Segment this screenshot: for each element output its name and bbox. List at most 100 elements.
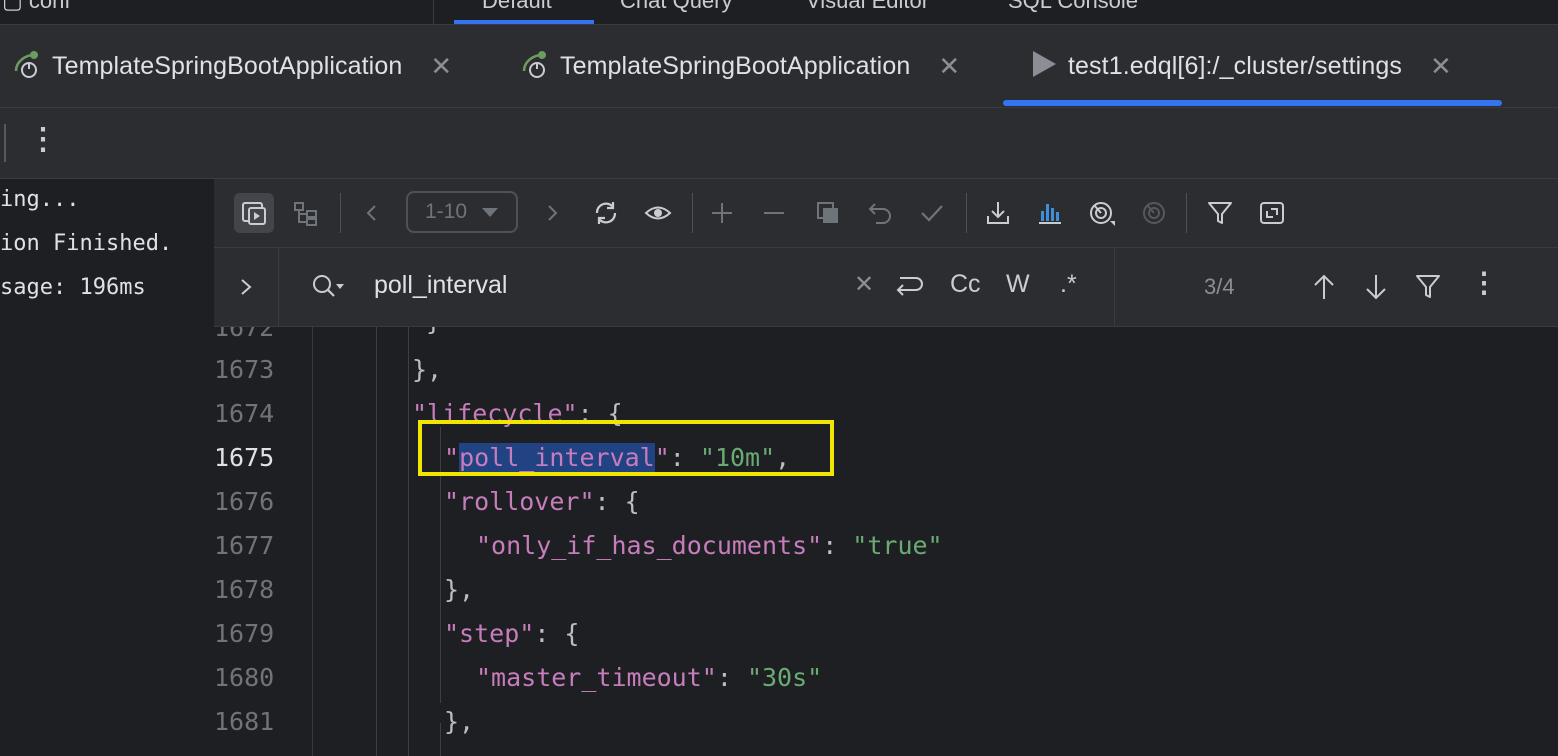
- json-key: "step": [444, 619, 535, 648]
- run-tab-label: TemplateSpringBootApplication: [52, 51, 403, 80]
- regex-toggle[interactable]: .*: [1060, 270, 1077, 299]
- json-key: "master_timeout": [476, 663, 717, 692]
- toolbar-divider: [4, 124, 6, 162]
- clear-search-icon[interactable]: ✕: [854, 270, 874, 299]
- run-tab-3-active[interactable]: test1.edql[6]:/_cluster/settings ✕: [1030, 25, 1452, 107]
- chevron-down-icon: [481, 200, 499, 224]
- line-number: 1674: [214, 399, 275, 428]
- run-tab-label: TemplateSpringBootApplication: [560, 51, 911, 80]
- tab-sql-console[interactable]: SQL Console: [1008, 0, 1138, 14]
- highlight-box: [418, 420, 834, 476]
- console-line: ion Finished.: [0, 231, 173, 256]
- filter-search-icon[interactable]: [1414, 272, 1442, 307]
- strip-divider: [433, 0, 434, 24]
- tab-visual-editor[interactable]: Visual Editor: [806, 0, 929, 14]
- indent-guide: [376, 327, 377, 756]
- play-icon: [1030, 49, 1058, 84]
- code-line: },: [444, 575, 475, 604]
- code-line: },: [412, 355, 443, 384]
- download-icon[interactable]: [978, 193, 1018, 233]
- refresh-icon[interactable]: [586, 193, 626, 233]
- search-input[interactable]: [372, 270, 836, 301]
- indent-guide: [440, 723, 441, 756]
- spring-run-icon: [12, 49, 42, 84]
- expand-replace-toggle[interactable]: [214, 248, 279, 326]
- result-toolbar: 1-10: [214, 179, 1558, 248]
- top-tool-strip: ▢ conf Default Chat Query Visual Editor …: [0, 0, 1558, 25]
- toolbar-separator: [966, 193, 967, 233]
- close-icon[interactable]: ✕: [1430, 51, 1452, 82]
- close-icon[interactable]: ✕: [430, 51, 452, 82]
- tab-default-underline: [454, 20, 594, 24]
- line-number: 1677: [214, 531, 275, 560]
- arrow-down-icon[interactable]: [1362, 272, 1390, 307]
- indent-guide: [408, 327, 409, 756]
- more-options-icon[interactable]: ⋮: [28, 122, 58, 157]
- code-line: "only_if_has_documents": "true": [476, 531, 943, 560]
- code-line: "rollover": {: [444, 487, 640, 516]
- match-case-toggle[interactable]: Cc: [950, 270, 981, 299]
- output-view-icon[interactable]: [234, 193, 274, 233]
- console-output: ing... ion Finished. sage: 196ms: [0, 179, 214, 756]
- code-line: "master_timeout": "30s": [476, 663, 823, 692]
- console-line: sage: 196ms: [0, 275, 146, 300]
- remove-row-icon[interactable]: [754, 193, 794, 233]
- run-tabs-bar: TemplateSpringBootApplication ✕ Template…: [0, 25, 1558, 108]
- folder-label-text: conf: [28, 0, 71, 13]
- code-line: }: [426, 327, 441, 336]
- json-string: "true": [852, 531, 943, 560]
- line-number: 1680: [214, 663, 275, 692]
- filter-icon[interactable]: [1200, 193, 1240, 233]
- spring-run-icon: [520, 49, 550, 84]
- line-number: 1672: [214, 327, 275, 342]
- run-tab-1[interactable]: TemplateSpringBootApplication ✕: [12, 25, 452, 107]
- find-bar: ✕ Cc W .* 3/4 ⋮: [214, 248, 1558, 327]
- more-options-icon[interactable]: ⋮: [1470, 266, 1498, 299]
- revert-icon[interactable]: [860, 193, 900, 233]
- run-toolbar: ⋮: [0, 108, 1558, 179]
- json-key: "rollover": [444, 487, 595, 516]
- tab-chat-query[interactable]: Chat Query: [620, 0, 733, 14]
- tab-default[interactable]: Default: [482, 0, 552, 14]
- active-tab-underline: [1003, 100, 1502, 106]
- console-line: ing...: [0, 187, 80, 212]
- line-number: 1676: [214, 487, 275, 516]
- folder-label[interactable]: ▢ conf: [2, 0, 71, 14]
- match-count: 3/4: [1204, 274, 1235, 299]
- page-size-select[interactable]: 1-10: [406, 191, 518, 233]
- multiline-icon[interactable]: [892, 272, 924, 307]
- next-page-icon[interactable]: [532, 193, 572, 233]
- line-number: 1679: [214, 619, 275, 648]
- previous-page-icon[interactable]: [352, 193, 392, 233]
- page-size-label: 1-10: [424, 200, 468, 223]
- code-editor[interactable]: 1672 1673 1674 1675 1676 1677 1678 1679 …: [214, 327, 1558, 756]
- code-line: "step": {: [444, 619, 580, 648]
- toolbar-separator: [1186, 193, 1187, 233]
- whole-words-toggle[interactable]: W: [1006, 270, 1030, 299]
- add-row-icon[interactable]: [702, 193, 742, 233]
- profile-icon[interactable]: [1082, 193, 1122, 233]
- submit-check-icon[interactable]: [912, 193, 952, 233]
- duplicate-icon[interactable]: [808, 193, 848, 233]
- line-number: 1673: [214, 355, 275, 384]
- json-key: "only_if_has_documents": [476, 531, 823, 560]
- toolbar-separator: [692, 193, 693, 233]
- tree-view-icon[interactable]: [286, 193, 326, 233]
- line-number: 1681: [214, 707, 275, 736]
- code-line: },: [444, 707, 475, 736]
- run-tab-2[interactable]: TemplateSpringBootApplication ✕: [520, 25, 960, 107]
- eye-icon[interactable]: [638, 193, 678, 233]
- run-tab-label: test1.edql[6]:/_cluster/settings: [1068, 51, 1402, 80]
- arrow-up-icon[interactable]: [1310, 272, 1338, 307]
- close-icon[interactable]: ✕: [938, 51, 960, 82]
- json-string: "30s": [746, 663, 823, 692]
- toolbar-separator: [340, 193, 341, 233]
- search-history-icon[interactable]: [310, 272, 346, 307]
- chart-icon[interactable]: [1030, 193, 1070, 233]
- line-number-current: 1675: [214, 443, 275, 472]
- profile-disabled-icon[interactable]: [1134, 193, 1174, 233]
- expand-panel-icon[interactable]: [1252, 193, 1292, 233]
- indent-guide: [440, 523, 441, 567]
- line-number: 1678: [214, 575, 275, 604]
- chevron-right-icon: [241, 279, 252, 295]
